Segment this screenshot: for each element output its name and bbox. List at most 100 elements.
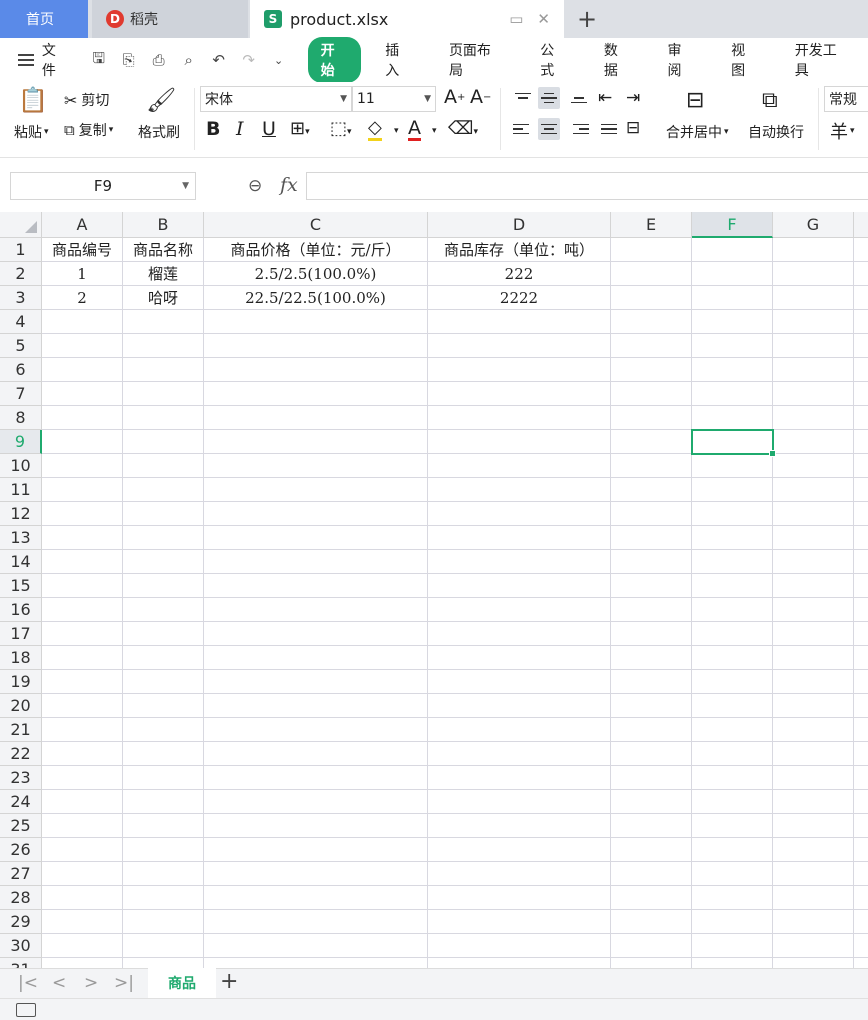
cell[interactable] — [42, 862, 123, 886]
row-header-8[interactable]: 8 — [0, 406, 42, 430]
cell[interactable] — [123, 718, 204, 742]
save-as-icon[interactable]: ⎘ — [120, 51, 138, 69]
cell[interactable] — [611, 814, 692, 838]
cell[interactable]: 2 — [42, 286, 123, 310]
italic-button[interactable]: I — [236, 118, 244, 140]
cell[interactable] — [773, 694, 854, 718]
cell[interactable] — [611, 790, 692, 814]
select-all-corner[interactable] — [0, 212, 42, 238]
cell[interactable] — [611, 454, 692, 478]
cell[interactable] — [123, 766, 204, 790]
customize-chevron-icon[interactable]: ⌄ — [270, 51, 288, 69]
row-header-5[interactable]: 5 — [0, 334, 42, 358]
spreadsheet-grid[interactable]: A B C D E F G 1 商品编号 商品名称 商品价格（单位：元/斤） 商品库存（单位：吨） 2 1… — [0, 212, 868, 968]
cell[interactable] — [428, 550, 611, 574]
row-header-2[interactable]: 2 — [0, 262, 42, 286]
cell[interactable] — [773, 742, 854, 766]
cell[interactable] — [123, 622, 204, 646]
row-header-18[interactable]: 18 — [0, 646, 42, 670]
align-bottom-icon[interactable] — [568, 87, 590, 109]
tab-home[interactable]: 首页 — [0, 0, 88, 38]
cell[interactable] — [123, 958, 204, 968]
cell[interactable] — [42, 670, 123, 694]
row-header-17[interactable]: 17 — [0, 622, 42, 646]
increase-indent-icon[interactable]: ⇥ — [626, 88, 640, 108]
print-preview-icon[interactable]: ⌕ — [180, 51, 198, 69]
cell[interactable] — [773, 262, 854, 286]
cell[interactable] — [42, 574, 123, 598]
row-header-4[interactable]: 4 — [0, 310, 42, 334]
font-size-select[interactable]: 11 ▼ — [352, 86, 436, 112]
cell[interactable] — [428, 718, 611, 742]
row-header-22[interactable]: 22 — [0, 742, 42, 766]
cell[interactable]: 2.5/2.5(100.0%) — [204, 262, 428, 286]
fill-color-icon[interactable]: ◇ — [368, 118, 382, 141]
column-header-c[interactable]: C — [204, 212, 428, 238]
tab-menu-4[interactable]: 数据 — [586, 40, 650, 80]
cell[interactable] — [854, 502, 868, 526]
cell[interactable] — [611, 286, 692, 310]
cell[interactable] — [854, 382, 868, 406]
cell[interactable] — [123, 934, 204, 958]
column-header-e[interactable]: E — [611, 212, 692, 238]
cell[interactable] — [611, 238, 692, 262]
cell[interactable] — [611, 382, 692, 406]
cell[interactable] — [854, 694, 868, 718]
cell[interactable]: 1 — [42, 262, 123, 286]
cell[interactable] — [611, 262, 692, 286]
cell[interactable] — [773, 502, 854, 526]
cell[interactable] — [773, 934, 854, 958]
row-header-30[interactable]: 30 — [0, 934, 42, 958]
cell[interactable] — [773, 406, 854, 430]
borders-icon[interactable]: ⊞▾ — [290, 118, 310, 139]
cell[interactable] — [428, 958, 611, 968]
cell[interactable] — [692, 646, 773, 670]
cell[interactable] — [854, 310, 868, 334]
row-header-11[interactable]: 11 — [0, 478, 42, 502]
cell[interactable] — [773, 454, 854, 478]
cell[interactable] — [204, 334, 428, 358]
cell[interactable] — [123, 334, 204, 358]
cell[interactable] — [428, 478, 611, 502]
cell[interactable] — [692, 598, 773, 622]
decrease-indent-icon[interactable]: ⇤ — [598, 88, 612, 108]
cell[interactable] — [428, 862, 611, 886]
cell[interactable] — [854, 550, 868, 574]
row-header-26[interactable]: 26 — [0, 838, 42, 862]
close-tab-icon[interactable]: ✕ — [537, 10, 550, 28]
cell[interactable] — [204, 598, 428, 622]
cell[interactable] — [611, 310, 692, 334]
cell[interactable] — [428, 430, 611, 454]
row-header-29[interactable]: 29 — [0, 910, 42, 934]
cell[interactable] — [692, 718, 773, 742]
cell[interactable] — [854, 910, 868, 934]
cell[interactable] — [773, 958, 854, 968]
cell[interactable] — [692, 286, 773, 310]
cell[interactable] — [204, 358, 428, 382]
row-header-27[interactable]: 27 — [0, 862, 42, 886]
cell[interactable] — [123, 646, 204, 670]
column-header-g[interactable]: G — [773, 212, 854, 238]
cell[interactable] — [42, 478, 123, 502]
formula-input[interactable] — [306, 172, 868, 200]
cell[interactable] — [692, 958, 773, 968]
cell[interactable] — [611, 550, 692, 574]
row-header-21[interactable]: 21 — [0, 718, 42, 742]
fill-color-chevron-icon[interactable]: ▾ — [394, 126, 399, 136]
cell[interactable] — [773, 622, 854, 646]
cell[interactable] — [773, 238, 854, 262]
cell[interactable] — [204, 718, 428, 742]
cell[interactable] — [42, 310, 123, 334]
cell[interactable] — [854, 934, 868, 958]
cell[interactable] — [42, 838, 123, 862]
cell[interactable] — [204, 310, 428, 334]
undo-icon[interactable]: ↶ — [210, 51, 228, 69]
cell[interactable] — [692, 262, 773, 286]
clear-format-icon[interactable]: ⌫▾ — [448, 118, 478, 139]
cell[interactable]: 2222 — [428, 286, 611, 310]
row-header-19[interactable]: 19 — [0, 670, 42, 694]
new-tab-button[interactable]: + — [574, 4, 600, 34]
cell[interactable] — [428, 358, 611, 382]
cell[interactable] — [123, 670, 204, 694]
cell[interactable] — [854, 238, 868, 262]
